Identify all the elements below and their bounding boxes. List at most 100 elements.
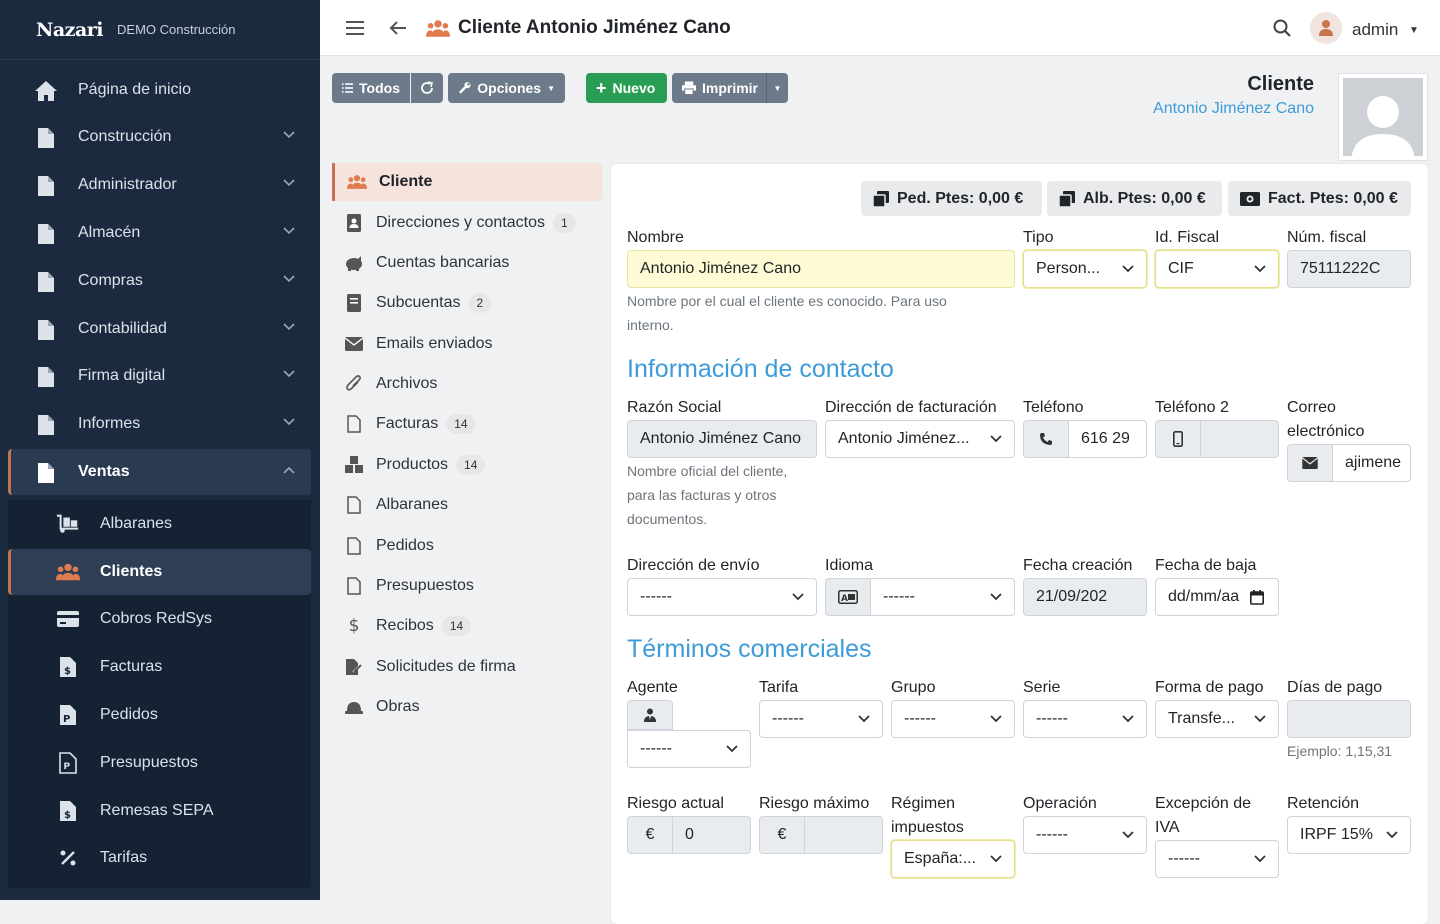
fechabaja-label: Fecha de baja	[1155, 557, 1257, 574]
print-dropdown-button[interactable]: ▼	[766, 73, 788, 103]
calendar-icon[interactable]	[1250, 590, 1264, 605]
copy-icon	[1059, 190, 1075, 207]
sub-item-label: Clientes	[100, 563, 163, 580]
sub-item-label: Cobros RedSys	[100, 610, 213, 627]
nav-item-firma-digital[interactable]: Firma digital	[8, 353, 311, 399]
correo-input[interactable]: ajimene	[1333, 444, 1411, 482]
razon-input[interactable]: Antonio Jiménez Cano	[627, 420, 817, 458]
sidebar: Nazari DEMO Construcción Página de inici…	[0, 0, 320, 900]
nombre-help: Nombre por el cual el cliente es conocid…	[627, 293, 947, 333]
grupo-select[interactable]: ------	[891, 700, 1015, 738]
tarifa-select[interactable]: ------	[759, 700, 883, 738]
back-button[interactable]	[389, 0, 407, 56]
chevron-down-icon	[990, 855, 1002, 863]
riesgomax-input[interactable]	[805, 816, 883, 854]
nombre-input[interactable]: Antonio Jiménez Cano	[627, 250, 1015, 288]
nav-item-construccion[interactable]: Construcción	[8, 114, 311, 160]
tab-solicitudes-firma[interactable]: Solicitudes de firma	[332, 648, 602, 686]
tipo-select-value: Person...	[1036, 260, 1101, 277]
sub-item-tarifas[interactable]: Tarifas	[8, 835, 311, 881]
direnvio-select[interactable]: ------	[627, 578, 817, 616]
sub-item-albaranes[interactable]: Albaranes	[8, 501, 311, 547]
tab-cuentas-bancarias[interactable]: Cuentas bancarias	[332, 244, 602, 282]
riesgoact-input[interactable]: 0	[673, 816, 751, 854]
tab-pedidos[interactable]: Pedidos	[332, 527, 602, 565]
tab-subcuentas[interactable]: Subcuentas 2	[332, 284, 602, 322]
chevron-down-icon	[792, 593, 804, 601]
sub-item-cobros-redsys[interactable]: Cobros RedSys	[8, 596, 311, 642]
file-p-icon: P	[56, 752, 80, 774]
brand-logo[interactable]: Nazari	[36, 19, 104, 41]
retencion-select[interactable]: IRPF 15%	[1287, 816, 1411, 854]
tab-facturas[interactable]: Facturas 14	[332, 405, 602, 443]
operacion-select[interactable]: ------	[1023, 816, 1147, 854]
fechabaja-input[interactable]: dd/mm/aa	[1155, 578, 1279, 616]
telefono2-input[interactable]	[1201, 420, 1279, 458]
idfiscal-select[interactable]: CIF	[1155, 250, 1279, 288]
menu-toggle-button[interactable]	[346, 0, 364, 56]
nav-item-informes[interactable]: Informes	[8, 401, 311, 447]
nav-item-contabilidad[interactable]: Contabilidad	[8, 306, 311, 352]
excepcion-select[interactable]: ------	[1155, 840, 1279, 878]
agent-button[interactable]	[627, 700, 673, 730]
nav-item-administrador[interactable]: Administrador	[8, 162, 311, 208]
chevron-down-icon	[283, 370, 295, 378]
piggy-bank-icon	[344, 254, 364, 272]
tab-archivos[interactable]: Archivos	[332, 365, 602, 403]
pending-orders-badge[interactable]: Ped. Ptes: 0,00 €	[861, 181, 1042, 216]
user-avatar[interactable]	[1310, 12, 1342, 44]
agente-select[interactable]: ------	[627, 730, 751, 768]
nav-item-almacen[interactable]: Almacén	[8, 210, 311, 256]
file-icon	[344, 415, 364, 433]
user-menu[interactable]: admin ▼	[1352, 20, 1419, 40]
tab-cliente[interactable]: Cliente	[332, 163, 602, 201]
tab-label: Obras	[376, 698, 420, 715]
tab-obras[interactable]: Obras	[332, 688, 602, 726]
tab-label: Direcciones y contactos 1	[376, 213, 576, 233]
caret-down-icon: ▼	[547, 83, 555, 93]
fechacre-input[interactable]: 21/09/202	[1023, 578, 1147, 616]
nav-item-ventas[interactable]: Ventas	[8, 449, 311, 495]
tab-direcciones-contactos[interactable]: Direcciones y contactos 1	[332, 204, 602, 242]
formapago-select[interactable]: Transfe...	[1155, 700, 1279, 738]
tab-productos[interactable]: Productos 14	[332, 446, 602, 484]
sub-item-clientes[interactable]: Clientes	[8, 549, 311, 595]
nav-item-home[interactable]: Página de inicio	[8, 67, 311, 113]
regimen-select[interactable]: España:...	[891, 840, 1015, 878]
operacion-select-value: ------	[1036, 826, 1068, 843]
refresh-button[interactable]	[411, 73, 443, 103]
tipo-select[interactable]: Person...	[1023, 250, 1147, 288]
print-button[interactable]: Imprimir	[672, 73, 768, 103]
nav-item-compras[interactable]: Compras	[8, 258, 311, 304]
sub-item-facturas[interactable]: $ Facturas	[8, 644, 311, 690]
tab-albaranes[interactable]: Albaranes	[332, 486, 602, 524]
sub-item-remesas-sepa[interactable]: $ Remesas SEPA	[8, 788, 311, 834]
sub-item-pedidos[interactable]: P Pedidos	[8, 692, 311, 738]
serie-select[interactable]: ------	[1023, 700, 1147, 738]
tab-label-text: Facturas	[376, 415, 439, 432]
options-button[interactable]: Opciones ▼	[448, 73, 565, 103]
tipo-label: Tipo	[1023, 229, 1054, 246]
sub-item-presupuestos[interactable]: P Presupuestos	[8, 740, 311, 786]
tab-presupuestos[interactable]: Presupuestos	[332, 567, 602, 605]
brand[interactable]: Nazari DEMO Construcción	[0, 0, 320, 60]
customer-photo[interactable]	[1338, 73, 1428, 161]
pending-invoices-badge[interactable]: Fact. Ptes: 0,00 €	[1228, 181, 1411, 216]
idioma-select[interactable]: ------	[871, 578, 1015, 616]
all-button[interactable]: Todos	[332, 73, 410, 103]
tab-emails-enviados[interactable]: Emails enviados	[332, 325, 602, 363]
tab-recibos[interactable]: $ Recibos 14	[332, 607, 602, 645]
diaspago-input[interactable]	[1287, 700, 1411, 738]
topbar: Cliente Antonio Jiménez Cano admin ▼	[320, 0, 1440, 56]
telefono-input[interactable]: 616 29	[1069, 420, 1147, 458]
entity-name-link[interactable]: Antonio Jiménez Cano	[1153, 100, 1314, 118]
file-icon	[34, 175, 58, 197]
pending-delivery-badge[interactable]: Alb. Ptes: 0,00 €	[1047, 181, 1222, 216]
numfiscal-input[interactable]: 75111222C	[1287, 250, 1411, 288]
dirfact-select[interactable]: Antonio Jiménez...	[825, 420, 1015, 458]
new-button[interactable]: + Nuevo	[586, 73, 667, 103]
search-button[interactable]	[1273, 0, 1291, 56]
numfiscal-label: Núm. fiscal	[1287, 229, 1367, 246]
file-icon	[34, 366, 58, 388]
wrench-icon	[459, 82, 471, 94]
